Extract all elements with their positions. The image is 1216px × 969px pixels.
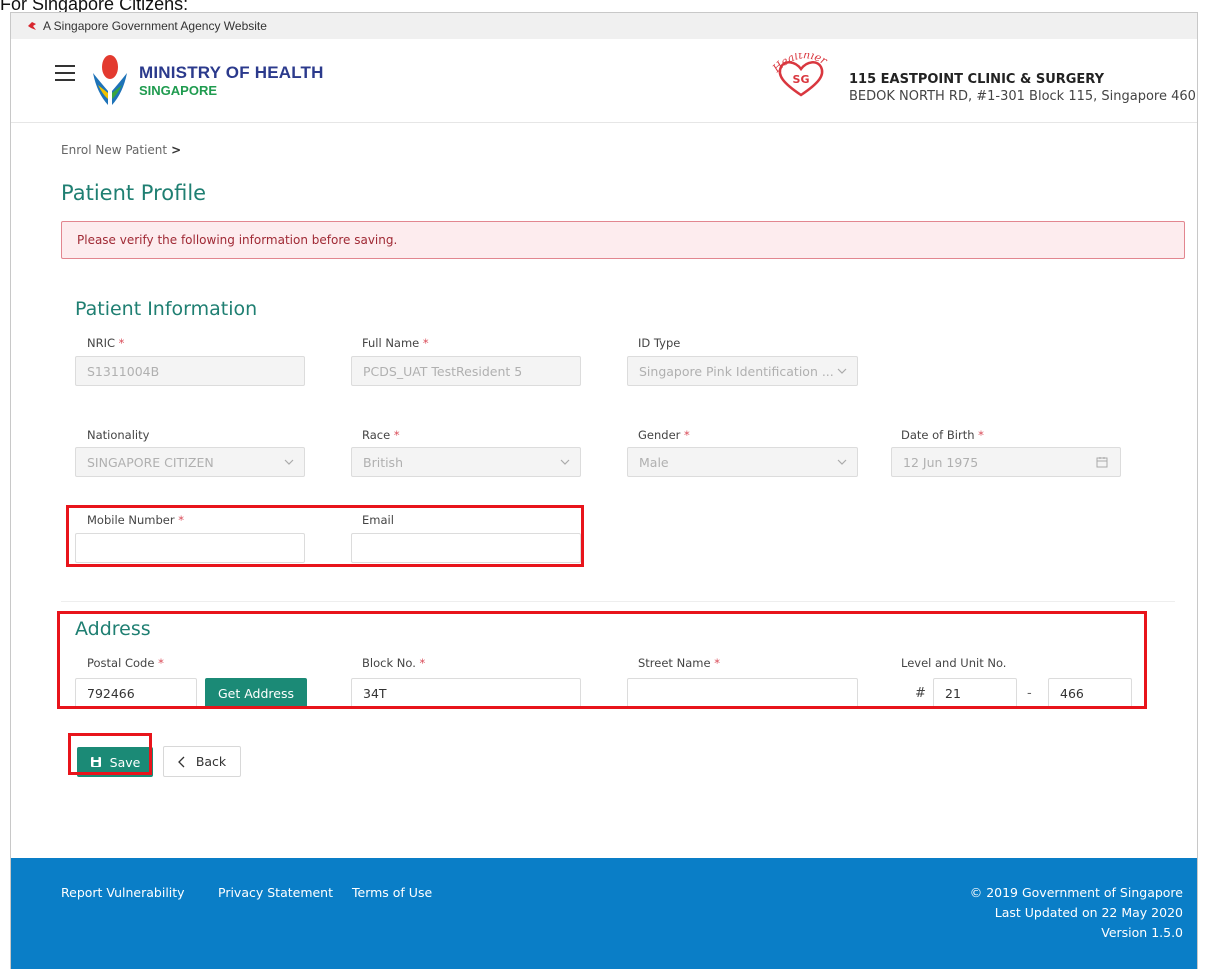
chevron-down-icon — [837, 459, 847, 465]
clinic-name: 115 EASTPOINT CLINIC & SURGERY — [849, 72, 1105, 87]
menu-icon[interactable] — [55, 65, 75, 81]
back-button[interactable]: Back — [163, 746, 241, 777]
calendar-icon[interactable] — [1096, 456, 1108, 468]
footer-last-updated: Last Updated on 22 May 2020 — [994, 905, 1183, 920]
lion-head-icon — [28, 22, 36, 30]
footer-link-terms-of-use[interactable]: Terms of Use — [352, 885, 432, 900]
gender-label: Gender * — [638, 428, 690, 442]
full-name-field[interactable]: PCDS_UAT TestResident 5 — [351, 356, 581, 386]
org-subtitle: SINGAPORE — [139, 83, 218, 98]
alert-message: Please verify the following information … — [77, 233, 398, 247]
section-divider — [61, 601, 1175, 602]
race-select[interactable]: British — [351, 447, 581, 477]
race-label: Race * — [362, 428, 400, 442]
footer-link-privacy-statement[interactable]: Privacy Statement — [218, 885, 333, 900]
nationality-select[interactable]: SINGAPORE CITIZEN — [75, 447, 305, 477]
browser-frame: A Singapore Government Agency Website MI… — [10, 12, 1198, 969]
chevron-down-icon — [837, 368, 847, 374]
page-title: Patient Profile — [61, 181, 207, 205]
nationality-label: Nationality — [87, 428, 150, 442]
chevron-down-icon — [560, 459, 570, 465]
dob-label: Date of Birth * — [901, 428, 984, 442]
healthier-logo-badge: SG — [793, 73, 810, 86]
id-type-label: ID Type — [638, 336, 681, 350]
nric-field[interactable]: S1311004B — [75, 356, 305, 386]
moh-logo-icon — [93, 55, 127, 105]
breadcrumb-item[interactable]: Enrol New Patient — [61, 143, 167, 157]
chevron-down-icon — [284, 459, 294, 465]
healthier-sg-logo-icon: Healthier SG — [771, 53, 830, 97]
dob-field[interactable]: 12 Jun 1975 — [891, 447, 1121, 477]
validation-alert: Please verify the following information … — [61, 221, 1185, 259]
gov-banner-text: A Singapore Government Agency Website — [43, 19, 267, 33]
site-footer: Report Vulnerability Privacy Statement T… — [11, 858, 1197, 969]
site-header: MINISTRY OF HEALTH SINGAPORE Healthier S… — [11, 39, 1197, 123]
gender-select[interactable]: Male — [627, 447, 858, 477]
gov-banner: A Singapore Government Agency Website — [11, 13, 1197, 39]
breadcrumb: Enrol New Patient > — [61, 143, 181, 157]
footer-version: Version 1.5.0 — [1101, 925, 1183, 940]
chevron-left-icon — [177, 756, 185, 767]
patient-info-title: Patient Information — [75, 298, 258, 320]
org-title: MINISTRY OF HEALTH — [139, 63, 324, 82]
breadcrumb-separator: > — [171, 143, 182, 157]
clinic-address: BEDOK NORTH RD, #1-301 Block 115, Singap… — [849, 89, 1198, 104]
nric-label: NRIC * — [87, 336, 125, 350]
address-highlight-box — [57, 611, 1147, 709]
footer-copyright: © 2019 Government of Singapore — [969, 885, 1183, 900]
contact-highlight-box — [66, 505, 584, 567]
footer-link-report-vulnerability[interactable]: Report Vulnerability — [61, 885, 185, 900]
save-highlight-box — [68, 733, 152, 775]
id-type-select[interactable]: Singapore Pink Identification ... — [627, 356, 858, 386]
full-name-label: Full Name * — [362, 336, 429, 350]
